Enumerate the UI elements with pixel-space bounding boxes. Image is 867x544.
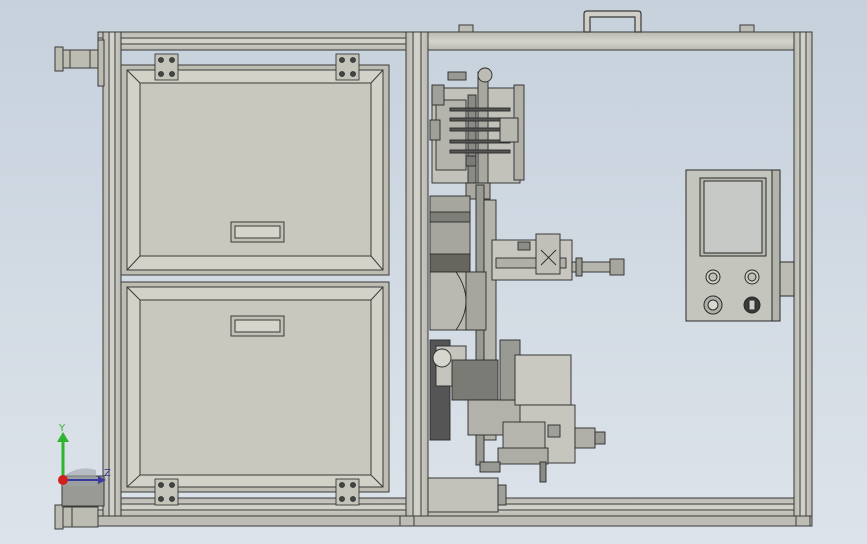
winding-mechanism: [427, 67, 625, 513]
z-axis-label: Z: [104, 468, 111, 479]
hmi-screen: [703, 180, 763, 254]
lower-door: [120, 281, 390, 493]
machine-drawing: [54, 10, 813, 530]
upper-door: [120, 64, 390, 276]
side-connector-top: [54, 39, 105, 87]
coordinate-triad: [57, 432, 106, 486]
x-axis-dot: [58, 475, 68, 485]
cad-graphics-viewport[interactable]: Y Z: [0, 0, 867, 544]
pushbutton-icon: [705, 269, 721, 285]
pushbutton-icon: [744, 269, 760, 285]
control-panel: [685, 169, 795, 322]
top-handle: [583, 10, 642, 33]
y-axis-label: Y: [59, 423, 66, 434]
emergency-stop-icon: [703, 295, 723, 315]
key-switch-icon: [743, 296, 761, 314]
